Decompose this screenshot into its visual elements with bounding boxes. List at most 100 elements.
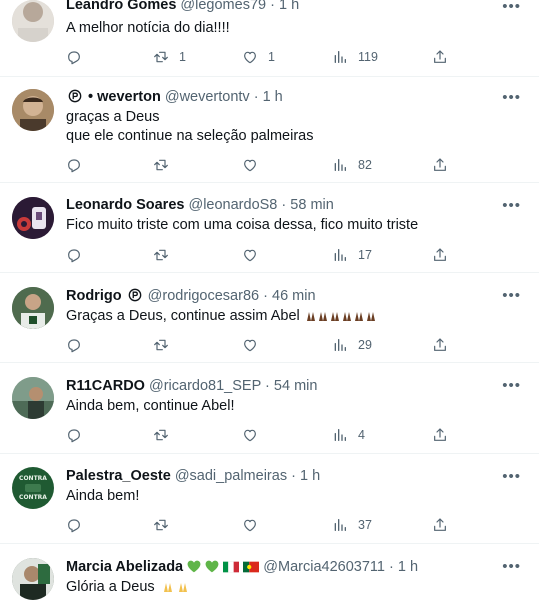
reply-item[interactable]: R11CARDO @ricardo81_SEP · 54 min ••• Ain… [0, 363, 539, 454]
views-button[interactable]: 17 [332, 245, 372, 265]
views-count: 82 [358, 158, 372, 172]
author-name[interactable]: Rodrigo [66, 288, 122, 304]
reply-header: Leonardo Soares @leonardoS8 · 58 min [66, 196, 334, 214]
separator-dot: · [291, 468, 296, 484]
author-name-prefix: • [88, 89, 94, 105]
like-button[interactable] [242, 425, 258, 445]
avatar[interactable] [12, 377, 54, 419]
more-icon[interactable]: ••• [502, 287, 521, 304]
reply-text: A melhor notícia do dia!!!! [66, 19, 230, 38]
author-handle[interactable]: @ricardo81_SEP [149, 378, 261, 394]
author-handle[interactable]: @leonardoS8 [188, 197, 277, 213]
reply-text: Fico muito triste com uma coisa dessa, f… [66, 216, 418, 235]
reply-button[interactable] [66, 155, 82, 175]
reply-button[interactable] [66, 515, 82, 535]
views-button[interactable]: 119 [332, 47, 378, 67]
avatar[interactable] [12, 89, 54, 131]
share-icon [434, 428, 446, 441]
more-icon[interactable]: ••• [502, 377, 521, 394]
share-button[interactable] [432, 335, 448, 355]
reply-button[interactable] [66, 335, 82, 355]
more-icon[interactable]: ••• [502, 558, 521, 575]
share-icon [434, 50, 446, 63]
views-icon [334, 429, 346, 441]
reply-text-line: Graças a Deus, continue assim Abel [66, 308, 300, 324]
author-name[interactable]: Leonardo Soares [66, 197, 184, 213]
reply-text: Graças a Deus, continue assim Abel [66, 307, 376, 328]
views-icon [334, 339, 346, 351]
timestamp[interactable]: 54 min [274, 378, 318, 394]
more-icon[interactable]: ••• [502, 468, 521, 485]
repost-button[interactable] [153, 245, 169, 265]
action-bar: 1 1 119 [66, 47, 466, 67]
views-button[interactable]: 29 [332, 335, 372, 355]
reply-header: Palestra_Oeste @sadi_palmeiras · 1 h [66, 467, 320, 485]
more-icon[interactable]: ••• [502, 89, 521, 106]
timestamp[interactable]: 1 h [300, 468, 320, 484]
reply-item[interactable]: Leonardo Soares @leonardoS8 · 58 min •••… [0, 183, 539, 273]
reply-button[interactable] [66, 47, 82, 67]
reply-icon [68, 339, 80, 353]
reply-icon [68, 429, 80, 443]
like-button[interactable] [242, 245, 258, 265]
repost-icon [154, 519, 168, 531]
avatar[interactable] [12, 0, 54, 42]
avatar[interactable]: CONTRA CONTRA [12, 467, 54, 509]
share-icon [434, 518, 446, 531]
share-button[interactable] [432, 245, 448, 265]
reply-item[interactable]: CONTRA CONTRA Palestra_Oeste @sadi_palme… [0, 454, 539, 544]
avatar[interactable] [12, 287, 54, 329]
author-name[interactable]: Palestra_Oeste [66, 468, 171, 484]
views-button[interactable]: 82 [332, 155, 372, 175]
timestamp[interactable]: 46 min [272, 288, 316, 304]
views-count: 4 [358, 428, 365, 442]
reply-item[interactable]: Leandro Gomes @legomes79 · 1 h ••• A mel… [0, 0, 539, 77]
timestamp[interactable]: 1 h [263, 89, 283, 105]
repost-button[interactable] [153, 515, 169, 535]
like-button[interactable] [242, 155, 258, 175]
views-icon [334, 51, 346, 63]
reply-header: Leandro Gomes @legomes79 · 1 h [66, 0, 299, 14]
author-handle[interactable]: @rodrigocesar86 [148, 288, 259, 304]
views-count: 37 [358, 518, 372, 532]
portugal-flag-emoji [243, 560, 260, 578]
share-button[interactable] [432, 425, 448, 445]
reply-item[interactable]: • weverton @wevertontv · 1 h ••• graças … [0, 77, 539, 183]
reply-button[interactable] [66, 425, 82, 445]
repost-button[interactable] [153, 335, 169, 355]
timestamp[interactable]: 1 h [398, 559, 418, 575]
green-heart-emoji [187, 560, 201, 578]
author-name[interactable]: weverton [97, 89, 161, 105]
share-button[interactable] [432, 515, 448, 535]
author-name[interactable]: Leandro Gomes [66, 0, 176, 13]
timestamp[interactable]: 58 min [290, 197, 334, 213]
author-name[interactable]: Marcia Abelizada [66, 559, 183, 575]
reply-item[interactable]: Marcia Abelizada @Marcia42603711 · 1 h •… [0, 544, 539, 610]
reply-text-line: A melhor notícia do dia!!!! [66, 20, 230, 36]
author-handle[interactable]: @wevertontv [165, 89, 250, 105]
reply-item[interactable]: Rodrigo @rodrigocesar86 · 46 min ••• Gra… [0, 273, 539, 363]
author-handle[interactable]: @legomes79 [180, 0, 266, 13]
like-button[interactable] [242, 515, 258, 535]
share-button[interactable] [432, 155, 448, 175]
like-button[interactable] [242, 335, 258, 355]
reply-button[interactable] [66, 245, 82, 265]
author-handle[interactable]: @sadi_palmeiras [175, 468, 287, 484]
avatar[interactable] [12, 197, 54, 239]
share-button[interactable] [432, 47, 448, 67]
avatar[interactable] [12, 558, 54, 600]
author-handle[interactable]: @Marcia42603711 [263, 559, 385, 575]
timestamp[interactable]: 1 h [279, 0, 299, 13]
views-button[interactable]: 37 [332, 515, 372, 535]
share-icon [434, 158, 446, 171]
repost-button[interactable]: 1 [153, 47, 186, 67]
repost-button[interactable] [153, 155, 169, 175]
repost-button[interactable] [153, 425, 169, 445]
more-icon[interactable]: ••• [502, 0, 521, 15]
author-name[interactable]: R11CARDO [66, 378, 145, 394]
like-icon [244, 429, 256, 442]
reply-text: Ainda bem! [66, 487, 139, 506]
like-button[interactable]: 1 [242, 47, 275, 67]
views-button[interactable]: 4 [332, 425, 365, 445]
more-icon[interactable]: ••• [502, 197, 521, 214]
